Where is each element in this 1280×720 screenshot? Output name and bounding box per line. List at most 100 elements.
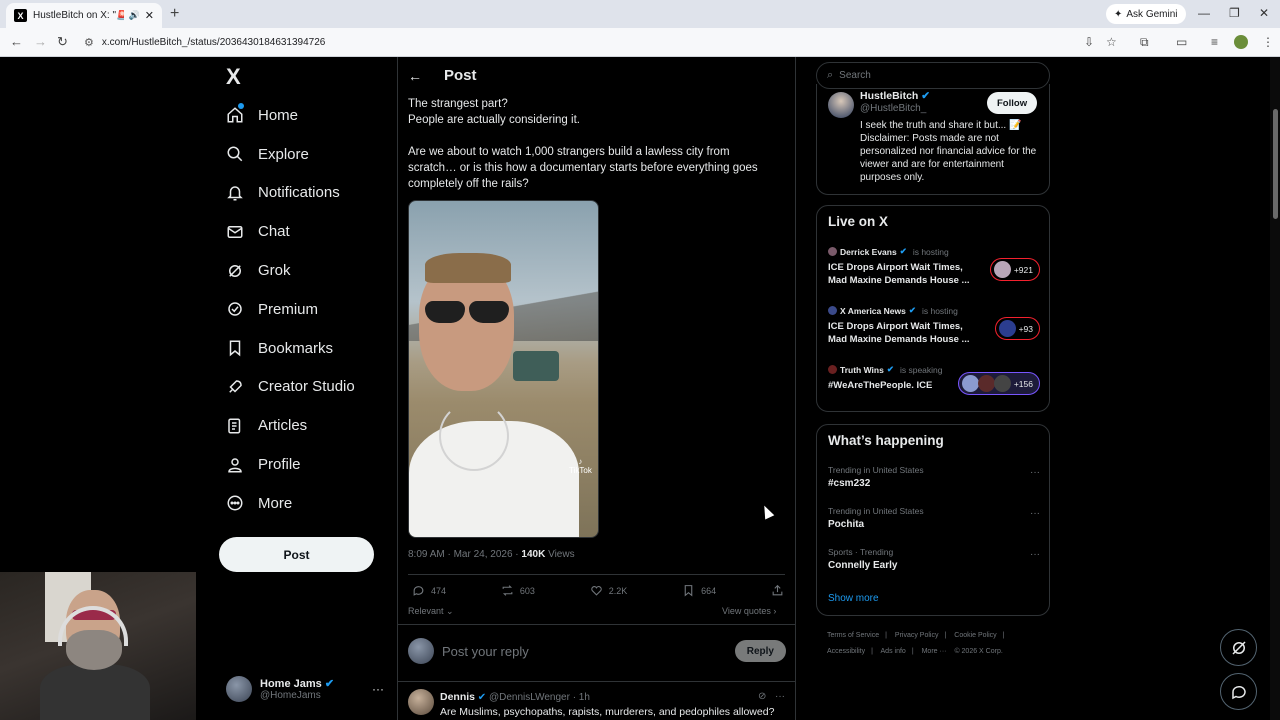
nav-label: Premium [258, 300, 319, 318]
audio-icon[interactable]: 🔊 [129, 10, 140, 21]
section-title: Live on X [828, 214, 889, 229]
nav-label: Bookmarks [258, 339, 334, 357]
footer-link[interactable]: Accessibility [827, 648, 865, 655]
page-scrollbar[interactable] [1270, 57, 1280, 720]
tiktok-icon: ♪ [578, 457, 583, 466]
minimize-icon[interactable]: — [1198, 6, 1210, 20]
view-quotes-link[interactable]: View quotes › [722, 606, 776, 616]
nav-bookmarks[interactable]: Bookmarks [226, 329, 355, 368]
more-dots-icon[interactable]: ··· [1030, 508, 1040, 519]
like-action[interactable]: 2.2K [590, 584, 627, 597]
messages-fab-button[interactable] [1220, 673, 1257, 710]
nav-label: Notifications [258, 184, 340, 202]
x-logo-icon[interactable]: X [226, 64, 241, 90]
nav-profile[interactable]: Profile [226, 445, 355, 484]
live-status: is hosting [912, 246, 949, 257]
close-window-icon[interactable]: ✕ [1259, 6, 1269, 20]
footer-link[interactable]: Cookie Policy [954, 632, 996, 639]
browser-tab-bar: X HustleBitch on X: "🚨 "NO 🔊 ✕ + ✦Ask Ge… [0, 0, 1280, 28]
bookmark-action[interactable]: 664 [682, 584, 716, 597]
more-dots-icon[interactable]: ··· [372, 682, 384, 696]
show-more-link[interactable]: Show more [828, 593, 879, 604]
reload-icon[interactable]: ↻ [57, 34, 68, 50]
media-controls-icon[interactable]: ≡ [1211, 35, 1218, 49]
nav-chat[interactable]: Chat [226, 212, 355, 251]
browser-tab[interactable]: X HustleBitch on X: "🚨 "NO 🔊 ✕ [6, 3, 162, 28]
grok-fab-button[interactable] [1220, 629, 1257, 666]
profile-avatar-icon[interactable] [1234, 35, 1248, 49]
bookmark-star-icon[interactable]: ☆ [1106, 35, 1117, 49]
back-icon[interactable]: ← [10, 34, 23, 49]
avatar[interactable] [828, 92, 854, 118]
reply-button[interactable]: Reply [734, 640, 786, 662]
footer-link[interactable]: More ··· [922, 648, 947, 655]
account-switcher[interactable]: Home Jams ✔ @HomeJams ··· [226, 674, 384, 704]
main-column: ← Post The strangest part? People are ac… [397, 57, 796, 720]
more-dots-icon[interactable]: ··· [1030, 467, 1040, 478]
new-tab-icon[interactable]: + [170, 5, 179, 23]
trend-item[interactable]: Trending in United States Pochita ··· [828, 506, 1040, 530]
nav-notifications[interactable]: Notifications [226, 174, 355, 213]
verified-icon: ✔ [908, 305, 916, 315]
views-count: 140K [521, 549, 546, 560]
post-button[interactable]: Post [219, 537, 374, 572]
nav-creator-studio[interactable]: Creator Studio [226, 368, 355, 407]
grok-icon [1231, 640, 1246, 655]
grok-icon[interactable]: ⊘ [758, 691, 766, 702]
post-timestamp[interactable]: 8:09 AM · Mar 24, 2026 · [408, 549, 521, 560]
divider [398, 681, 796, 682]
nav-label: Grok [258, 262, 291, 280]
nav-more[interactable]: More [226, 484, 355, 523]
listener-count: +156 [1013, 378, 1033, 389]
column-header: ← Post [408, 67, 477, 84]
trend-item[interactable]: Trending in United States #csm232 ··· [828, 465, 1040, 489]
forward-icon[interactable]: → [34, 34, 47, 49]
trend-title: Connelly Early [828, 560, 898, 571]
nav-articles[interactable]: Articles [226, 406, 355, 445]
bookmark-icon [226, 339, 244, 357]
reply-input[interactable]: Post your reply [442, 644, 735, 659]
repost-action[interactable]: 603 [501, 584, 535, 597]
trend-title: Pochita [828, 519, 865, 530]
footer-link[interactable]: Terms of Service [827, 632, 879, 639]
author-handle: @HustleBitch_ [860, 103, 927, 114]
post-video[interactable]: ♪ TikTok [408, 200, 599, 538]
install-app-icon[interactable]: ⇩ [1084, 35, 1094, 49]
nav-label: Home [258, 106, 299, 124]
more-dots-icon[interactable]: ··· [1030, 549, 1040, 560]
nav-grok[interactable]: Grok [226, 251, 355, 290]
footer-link[interactable]: Privacy Policy [895, 632, 939, 639]
avatar[interactable] [408, 689, 434, 715]
reply-sort-dropdown[interactable]: Relevant ⌄ [408, 606, 454, 617]
tab-close-icon[interactable]: ✕ [145, 9, 154, 22]
trend-context: Sports · Trending [828, 547, 894, 557]
ask-gemini-button[interactable]: ✦ Ask Gemini [1106, 4, 1186, 24]
trend-item[interactable]: Sports · Trending Connelly Early ··· [828, 547, 1040, 571]
footer-link[interactable]: Ads info [881, 648, 906, 655]
nav-explore[interactable]: Explore [226, 135, 355, 174]
live-item[interactable]: X America News ✔ is hosting ICE Drops Airp… [828, 305, 1040, 346]
back-arrow-icon[interactable]: ← [408, 68, 422, 84]
restore-icon[interactable]: ❐ [1229, 6, 1240, 20]
nav-premium[interactable]: Premium [226, 290, 355, 329]
verified-icon: ✔ [324, 678, 335, 690]
reply-author: Dennis [440, 691, 476, 703]
reply-action[interactable]: 474 [412, 584, 446, 597]
split-view-icon[interactable]: ▭ [1176, 35, 1187, 49]
menu-dots-icon[interactable]: ⋮ [1262, 35, 1274, 49]
reply-text: Are Muslims, psychopaths, rapists, murde… [440, 706, 775, 718]
author-name[interactable]: HustleBitch ✔ [860, 90, 930, 102]
live-item[interactable]: Derrick Evans ✔ is hosting ICE Drops Airpo… [828, 246, 1040, 287]
more-dots-icon[interactable]: ··· [775, 691, 785, 702]
share-action[interactable] [771, 584, 784, 597]
site-info-icon[interactable]: ⚙ [84, 36, 94, 49]
url-field[interactable]: ⚙ x.com/HustleBitch_/status/203643018463… [80, 32, 1140, 53]
nav-home[interactable]: Home [226, 96, 355, 135]
tiktok-watermark: ♪ TikTok [569, 457, 592, 475]
extensions-icon[interactable]: ⧉ [1140, 35, 1149, 50]
articles-icon [226, 417, 244, 435]
live-item[interactable]: Truth Wins ✔ is speaking #WeAreThePeople. … [828, 364, 1040, 395]
scrollbar-thumb[interactable] [1273, 109, 1278, 219]
live-title: ICE Drops Airport Wait Times, Mad Maxine… [828, 321, 970, 345]
follow-button[interactable]: Follow [987, 92, 1038, 114]
